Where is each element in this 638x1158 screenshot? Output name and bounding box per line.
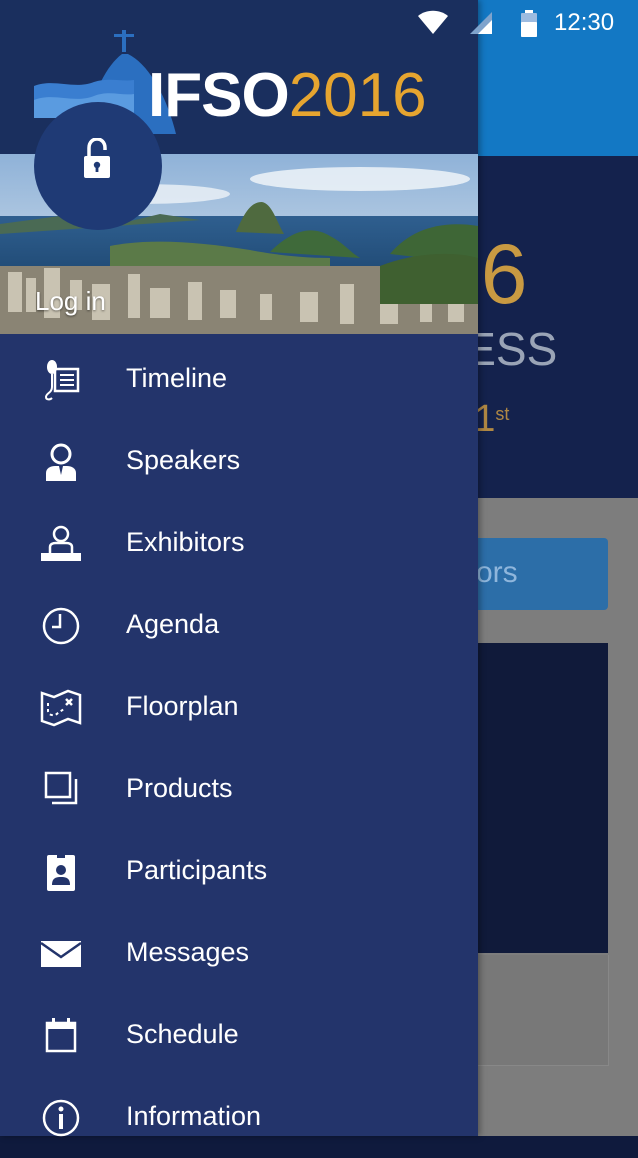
menu-label: Speakers [126,445,241,475]
menu-item-floorplan[interactable]: Floorplan [0,666,478,748]
menu-label: Agenda [126,609,220,639]
menu-item-speakers[interactable]: Speakers [0,420,478,502]
menu-item-schedule[interactable]: Schedule [0,994,478,1076]
signal-icon [470,12,492,34]
map-icon [40,689,82,727]
menu-label: Products [126,773,233,803]
exhibitor-icon [41,525,81,561]
banner-date-suffix: st [495,404,510,424]
badge-icon [47,853,75,891]
menu-label: Schedule [126,1019,239,1049]
drawer-menu: Timeline Speakers Exhibitors Agenda Floo… [0,338,478,1158]
envelope-icon [40,941,82,967]
menu-item-exhibitors[interactable]: Exhibitors [0,502,478,584]
logo-name: IFSO [148,61,290,130]
menu-item-messages[interactable]: Messages [0,912,478,994]
menu-item-information[interactable]: Information [0,1076,478,1158]
menu-label: Messages [126,937,250,967]
menu-item-products[interactable]: Products [0,748,478,830]
products-icon [44,771,78,805]
menu-label: Exhibitors [126,527,245,557]
clock-icon [42,607,80,645]
menu-label: Floorplan [126,691,239,721]
unlock-icon [84,138,110,178]
status-clock: 12:30 [554,9,615,36]
logo-year: 2016 [288,61,427,130]
info-icon [42,1099,80,1137]
menu-label: Timeline [126,363,228,393]
wifi-icon [418,10,448,34]
menu-item-participants[interactable]: Participants [0,830,478,912]
timeline-icon [44,360,80,401]
navigation-drawer: IFSO2016 Log in Timeline Speakers Exhibi… [0,0,478,1137]
battery-icon [521,10,537,37]
sponsors-button-label: ors [476,556,518,589]
menu-label: Information [126,1101,262,1131]
menu-item-agenda[interactable]: Agenda [0,584,478,666]
speaker-icon [46,443,76,481]
login-label[interactable]: Log in [35,286,106,317]
login-button[interactable] [34,102,162,230]
status-bar: 12:30 [0,0,638,48]
app-logo: IFSO2016 [148,60,427,132]
calendar-icon [45,1018,77,1053]
menu-item-timeline[interactable]: Timeline [0,338,478,420]
menu-label: Participants [126,855,268,885]
